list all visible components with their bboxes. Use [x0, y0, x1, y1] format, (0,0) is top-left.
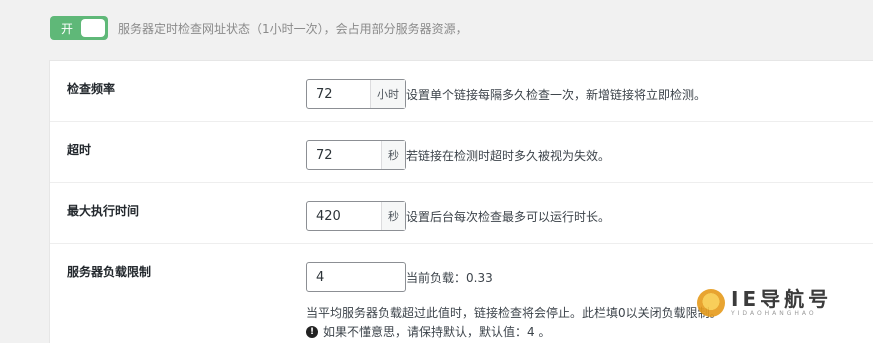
- current-load-text: 当前负载：0.33: [406, 271, 493, 285]
- toggle-knob: [81, 19, 105, 37]
- setting-description: 若链接在检测时超时多久被视为失效。: [406, 149, 611, 163]
- load-limit-hint-text: 如果不懂意思，请保持默认，默认值：4 。: [323, 325, 551, 339]
- field-unit: 秒: [381, 141, 405, 169]
- watermark-sub: YIDAOHANGHAO: [731, 310, 817, 317]
- setting-row-max-execution-time: 最大执行时间 420 秒 设置后台每次检查最多可以运行时长。: [50, 183, 873, 244]
- server-load-limit-input[interactable]: 4: [306, 262, 406, 292]
- watermark-text: IE导航号 YIDAOHANGHAO: [731, 288, 832, 317]
- field-value: 72: [316, 147, 333, 163]
- setting-label: 超时: [67, 143, 92, 157]
- toggle-description: 服务器定时检查网址状态（1小时一次），会占用部分服务器资源，: [118, 21, 468, 36]
- setting-description: 设置单个链接每隔多久检查一次，新增链接将立即检测。: [406, 88, 707, 102]
- load-limit-note: 当平均服务器负载超过此值时，链接检查将会停止。此栏填0以关闭负载限制。: [306, 306, 722, 320]
- load-limit-hint: ! 如果不懂意思，请保持默认，默认值：4 。: [306, 323, 550, 340]
- field-value: 72: [316, 86, 333, 102]
- setting-label: 检查频率: [67, 82, 116, 96]
- setting-row-timeout: 超时 72 秒 若链接在检测时超时多久被视为失效。: [50, 122, 873, 183]
- field-unit: 小时: [370, 80, 405, 108]
- status-check-toggle[interactable]: 开: [50, 16, 108, 40]
- timeout-input[interactable]: 72 秒: [306, 140, 406, 170]
- watermark-main: IE导航号: [731, 287, 833, 311]
- status-check-toggle-row: 开 服务器定时检查网址状态（1小时一次），会占用部分服务器资源，: [50, 16, 468, 40]
- max-execution-time-input[interactable]: 420 秒: [306, 201, 406, 231]
- setting-label: 最大执行时间: [67, 204, 140, 218]
- info-icon: !: [306, 325, 318, 338]
- setting-description: 设置后台每次检查最多可以运行时长。: [406, 210, 611, 224]
- field-value: 4: [316, 269, 325, 285]
- setting-row-check-frequency: 检查频率 72 小时 设置单个链接每隔多久检查一次，新增链接将立即检测。: [50, 61, 873, 122]
- toggle-label: 开: [61, 21, 74, 36]
- site-watermark: IE导航号 YIDAOHANGHAO: [697, 288, 832, 317]
- field-unit: 秒: [381, 202, 405, 230]
- setting-label: 服务器负载限制: [67, 265, 152, 279]
- field-value: 420: [316, 208, 341, 224]
- watermark-logo-icon: [697, 288, 725, 317]
- check-frequency-input[interactable]: 72 小时: [306, 79, 406, 109]
